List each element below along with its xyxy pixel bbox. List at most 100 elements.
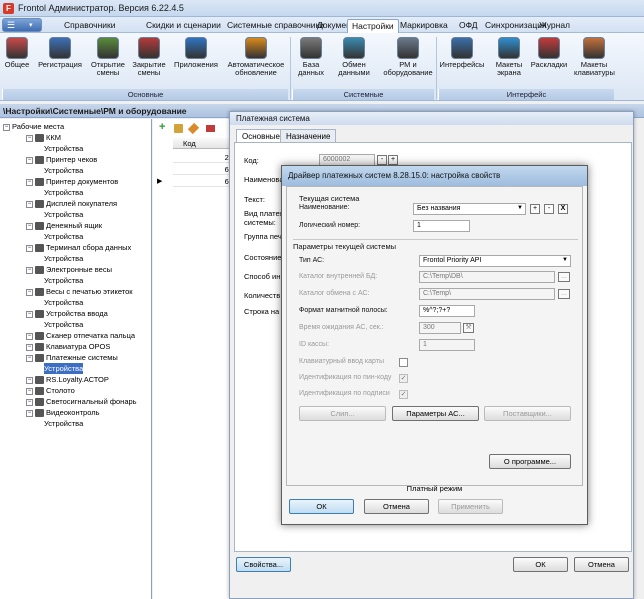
- ribbon-button[interactable]: Макеты клавиатуры: [574, 35, 615, 87]
- tab-assignment[interactable]: Назначение: [280, 129, 337, 142]
- as-params-button[interactable]: Параметры АС...: [392, 406, 479, 421]
- ribbon-button[interactable]: Открытие смены: [88, 35, 128, 87]
- delete-icon[interactable]: [206, 125, 215, 132]
- tree-item-device[interactable]: − Электронные весы: [26, 264, 112, 275]
- ribbon-button[interactable]: Приложения: [170, 35, 222, 87]
- chevron-down-icon[interactable]: ▼: [517, 205, 523, 211]
- collapse-icon[interactable]: −: [26, 178, 33, 186]
- code-minus-button[interactable]: -: [377, 155, 387, 165]
- cashbox-id-field[interactable]: 1: [419, 339, 475, 351]
- ribbon-button[interactable]: РМ и оборудование: [382, 35, 434, 87]
- tree-item-device[interactable]: − Светосигнальный фонарь: [26, 396, 137, 407]
- tree-add-icon[interactable]: [174, 124, 183, 133]
- collapse-icon[interactable]: −: [26, 376, 33, 384]
- driver-ok-button[interactable]: ОК: [289, 499, 354, 514]
- tree-item-device[interactable]: − Видеоконтроль: [26, 407, 100, 418]
- collapse-icon[interactable]: −: [26, 409, 33, 417]
- menu-tab[interactable]: Скидки и сценарии: [142, 19, 225, 33]
- table-row[interactable]: 60: [173, 176, 235, 187]
- tree-item-device[interactable]: − Сканер отпечатка пальца: [26, 330, 135, 341]
- collapse-icon[interactable]: −: [26, 156, 33, 164]
- collapse-icon[interactable]: −: [3, 123, 10, 131]
- tree-item-device[interactable]: − Устройства ввода: [26, 308, 108, 319]
- about-button[interactable]: О программе...: [489, 454, 571, 469]
- ribbon-button[interactable]: Общее: [2, 35, 32, 87]
- table-row[interactable]: 20: [173, 152, 235, 163]
- add-system-button[interactable]: +: [530, 204, 540, 214]
- tree-item-devices[interactable]: Устройства: [44, 363, 84, 374]
- wait-spin-icon[interactable]: ⚒: [463, 323, 474, 333]
- tree-item-device[interactable]: − Принтер документов: [26, 176, 118, 187]
- tree-item-device[interactable]: − Дисплей покупателя: [26, 198, 117, 209]
- tree-item-device[interactable]: − ККМ: [26, 132, 61, 143]
- as-type-select[interactable]: Frontol Priority API: [419, 255, 571, 267]
- menu-tab[interactable]: ОФД: [455, 19, 482, 33]
- tree-item-device[interactable]: − Денежный ящик: [26, 220, 102, 231]
- tree-item-device[interactable]: − RS.Loyalty.АСТОР: [26, 374, 109, 385]
- tree-item-device[interactable]: − Принтер чеков: [26, 154, 97, 165]
- tree-item-device[interactable]: − Весы с печатью этикеток: [26, 286, 133, 297]
- wait-time-field[interactable]: 300: [419, 322, 461, 334]
- collapse-icon[interactable]: −: [26, 332, 33, 340]
- collapse-icon[interactable]: −: [26, 343, 33, 351]
- collapse-icon[interactable]: −: [26, 222, 33, 230]
- tree-item-device[interactable]: − Терминал сбора данных: [26, 242, 131, 253]
- exchange-dir-field[interactable]: C:\Temp\: [419, 288, 555, 300]
- menu-tab[interactable]: Маркировка: [396, 19, 452, 33]
- app-menu-button[interactable]: ☰ ▾: [2, 18, 42, 32]
- tree-item-devices[interactable]: Устройства: [44, 275, 83, 286]
- tree-item-devices[interactable]: Устройства: [44, 253, 83, 264]
- collapse-icon[interactable]: −: [26, 288, 33, 296]
- menu-tab[interactable]: Справочники: [60, 19, 120, 33]
- menu-tab[interactable]: Журнал: [535, 19, 574, 33]
- keyboard-card-checkbox[interactable]: [399, 358, 408, 367]
- payment-ok-button[interactable]: ОК: [513, 557, 568, 572]
- tree-item-devices[interactable]: Устройства: [44, 143, 83, 154]
- tree-item-devices[interactable]: Устройства: [44, 319, 83, 330]
- tree-item-device[interactable]: − Клавиатура OPOS: [26, 341, 110, 352]
- code-plus-button[interactable]: +: [388, 155, 398, 165]
- ribbon-button[interactable]: База данных: [294, 35, 328, 87]
- settings-tree[interactable]: − Рабочие места − ККМ Устройства − Принтер че…: [0, 119, 152, 599]
- ribbon-button[interactable]: Раскладки: [528, 35, 570, 87]
- chevron-down-icon[interactable]: ▼: [562, 257, 568, 263]
- tree-root[interactable]: − Рабочие места: [3, 121, 64, 132]
- vendors-button[interactable]: Поставщики...: [484, 406, 571, 421]
- collapse-icon[interactable]: −: [26, 244, 33, 252]
- ribbon-button[interactable]: Регистрация: [36, 35, 84, 87]
- menu-tab[interactable]: Настройки: [347, 19, 399, 33]
- browse-exchange-button[interactable]: ...: [558, 289, 570, 299]
- tree-item-devices[interactable]: Устройства: [44, 165, 83, 176]
- ribbon-button[interactable]: Обмен данными: [331, 35, 377, 87]
- tree-item-devices[interactable]: Устройства: [44, 231, 83, 242]
- tree-item-devices[interactable]: Устройства: [44, 418, 83, 429]
- collapse-icon[interactable]: −: [26, 310, 33, 318]
- tree-item-devices[interactable]: Устройства: [44, 297, 83, 308]
- tree-item-device[interactable]: − Столото: [26, 385, 75, 396]
- collapse-icon[interactable]: −: [26, 398, 33, 406]
- ribbon-button[interactable]: Автоматическое обновление: [224, 35, 288, 87]
- system-name-select[interactable]: Без названия: [413, 203, 526, 215]
- remove-system-button[interactable]: -: [544, 204, 554, 214]
- collapse-icon[interactable]: −: [26, 354, 33, 362]
- collapse-icon[interactable]: −: [26, 387, 33, 395]
- properties-button[interactable]: Свойства...: [236, 557, 291, 572]
- browse-db-button[interactable]: ...: [558, 272, 570, 282]
- slip-button[interactable]: Слип...: [299, 406, 386, 421]
- internal-db-field[interactable]: C:\Temp\DB\: [419, 271, 555, 283]
- collapse-icon[interactable]: −: [26, 134, 33, 142]
- ribbon-button[interactable]: Макеты экрана: [492, 35, 526, 87]
- collapse-icon[interactable]: −: [26, 266, 33, 274]
- table-row[interactable]: 60: [173, 164, 235, 175]
- ribbon-button[interactable]: Закрытие смены: [129, 35, 169, 87]
- ribbon-button[interactable]: Интерфейсы: [437, 35, 487, 87]
- driver-apply-button[interactable]: Применить: [438, 499, 503, 514]
- tree-item-devices[interactable]: Устройства: [44, 209, 83, 220]
- pin-id-checkbox[interactable]: ✓: [399, 374, 408, 383]
- tab-main[interactable]: Основные: [236, 129, 286, 142]
- mag-stripe-field[interactable]: %^?;?+?: [419, 305, 475, 317]
- tree-item-devices[interactable]: Устройства: [44, 187, 83, 198]
- driver-cancel-button[interactable]: Отмена: [364, 499, 429, 514]
- signature-id-checkbox[interactable]: ✓: [399, 390, 408, 399]
- tree-item-device[interactable]: − Платежные системы: [26, 352, 118, 363]
